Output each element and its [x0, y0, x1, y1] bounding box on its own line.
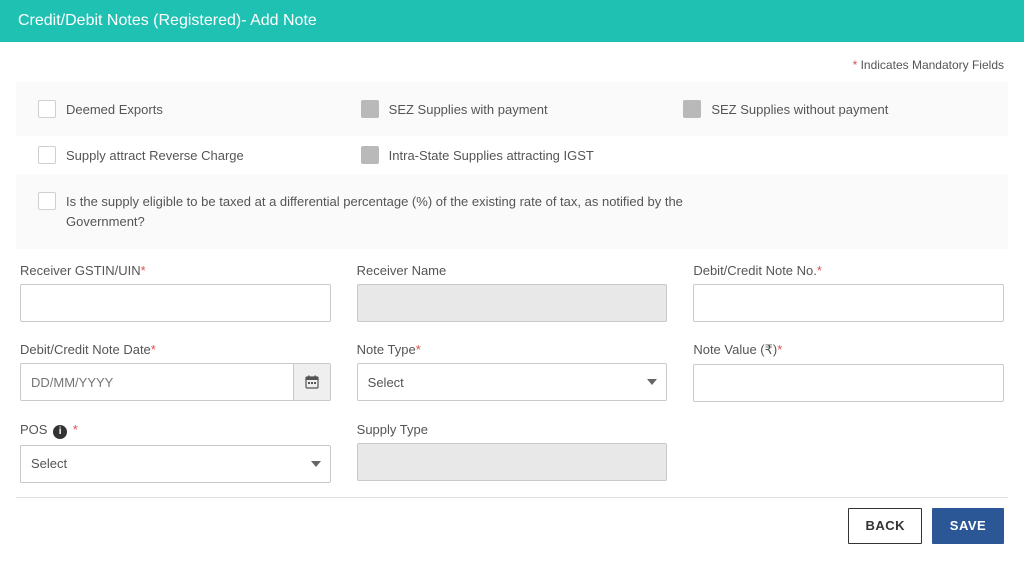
receiver-gstin-input[interactable] [20, 284, 331, 322]
field-note-no: Debit/Credit Note No.* [693, 263, 1004, 322]
save-button[interactable]: SAVE [932, 508, 1004, 544]
note-no-input[interactable] [693, 284, 1004, 322]
field-label: POS i * [20, 422, 331, 439]
field-label: Receiver Name [357, 263, 668, 278]
page-title: Credit/Debit Notes (Registered)- Add Not… [18, 12, 317, 29]
form-grid: Receiver GSTIN/UIN* Receiver Name Debit/… [16, 255, 1008, 493]
checkbox-label: SEZ Supplies without payment [711, 102, 888, 117]
field-label: Supply Type [357, 422, 668, 437]
checkbox-icon [38, 100, 56, 118]
info-icon[interactable]: i [53, 425, 67, 439]
checkbox-icon [38, 192, 56, 210]
checkbox-icon [683, 100, 701, 118]
back-button[interactable]: BACK [848, 508, 922, 544]
field-label: Debit/Credit Note Date* [20, 342, 331, 357]
checkbox-intra-state-igst[interactable]: Intra-State Supplies attracting IGST [361, 146, 664, 164]
receiver-name-input [357, 284, 668, 322]
note-type-select[interactable]: Select [357, 363, 668, 401]
checkbox-label: Supply attract Reverse Charge [66, 148, 244, 163]
field-note-type: Note Type* Select [357, 342, 668, 402]
checkbox-icon [361, 146, 379, 164]
checkbox-label: Deemed Exports [66, 102, 163, 117]
field-label: Note Type* [357, 342, 668, 357]
checkbox-icon [38, 146, 56, 164]
pos-select[interactable]: Select [20, 445, 331, 483]
checkbox-icon [361, 100, 379, 118]
field-receiver-gstin: Receiver GSTIN/UIN* [20, 263, 331, 322]
note-value-input[interactable] [693, 364, 1004, 402]
field-note-date: Debit/Credit Note Date* [20, 342, 331, 402]
checkbox-sez-without-payment[interactable]: SEZ Supplies without payment [683, 100, 986, 118]
page-header: Credit/Debit Notes (Registered)- Add Not… [0, 0, 1024, 42]
note-date-input[interactable] [20, 363, 293, 401]
supply-flags-panel: Deemed Exports SEZ Supplies with payment… [16, 82, 1008, 136]
checkbox-label: Intra-State Supplies attracting IGST [389, 148, 594, 163]
checkbox-deemed-exports[interactable]: Deemed Exports [38, 100, 341, 118]
checkbox-differential-rate[interactable] [38, 192, 56, 210]
checkbox-label: SEZ Supplies with payment [389, 102, 548, 117]
field-label: Receiver GSTIN/UIN* [20, 263, 331, 278]
field-supply-type: Supply Type [357, 422, 668, 483]
checkbox-sez-with-payment[interactable]: SEZ Supplies with payment [361, 100, 664, 118]
field-label: Debit/Credit Note No.* [693, 263, 1004, 278]
mandatory-text: Indicates Mandatory Fields [857, 58, 1004, 72]
field-note-value: Note Value (₹)* [693, 342, 1004, 402]
field-label: Note Value (₹)* [693, 342, 1004, 358]
calendar-icon [305, 375, 319, 389]
differential-panel: Is the supply eligible to be taxed at a … [16, 174, 1008, 249]
supply-flags-panel-2: Supply attract Reverse Charge Intra-Stat… [16, 142, 1008, 168]
calendar-button[interactable] [293, 363, 331, 401]
differential-text: Is the supply eligible to be taxed at a … [66, 192, 706, 231]
footer-actions: BACK SAVE [16, 497, 1008, 544]
page-body: * Indicates Mandatory Fields Deemed Expo… [0, 42, 1024, 544]
checkbox-reverse-charge[interactable]: Supply attract Reverse Charge [38, 146, 341, 164]
supply-type-input [357, 443, 668, 481]
field-pos: POS i * Select [20, 422, 331, 483]
mandatory-hint: * Indicates Mandatory Fields [16, 56, 1008, 82]
field-receiver-name: Receiver Name [357, 263, 668, 322]
